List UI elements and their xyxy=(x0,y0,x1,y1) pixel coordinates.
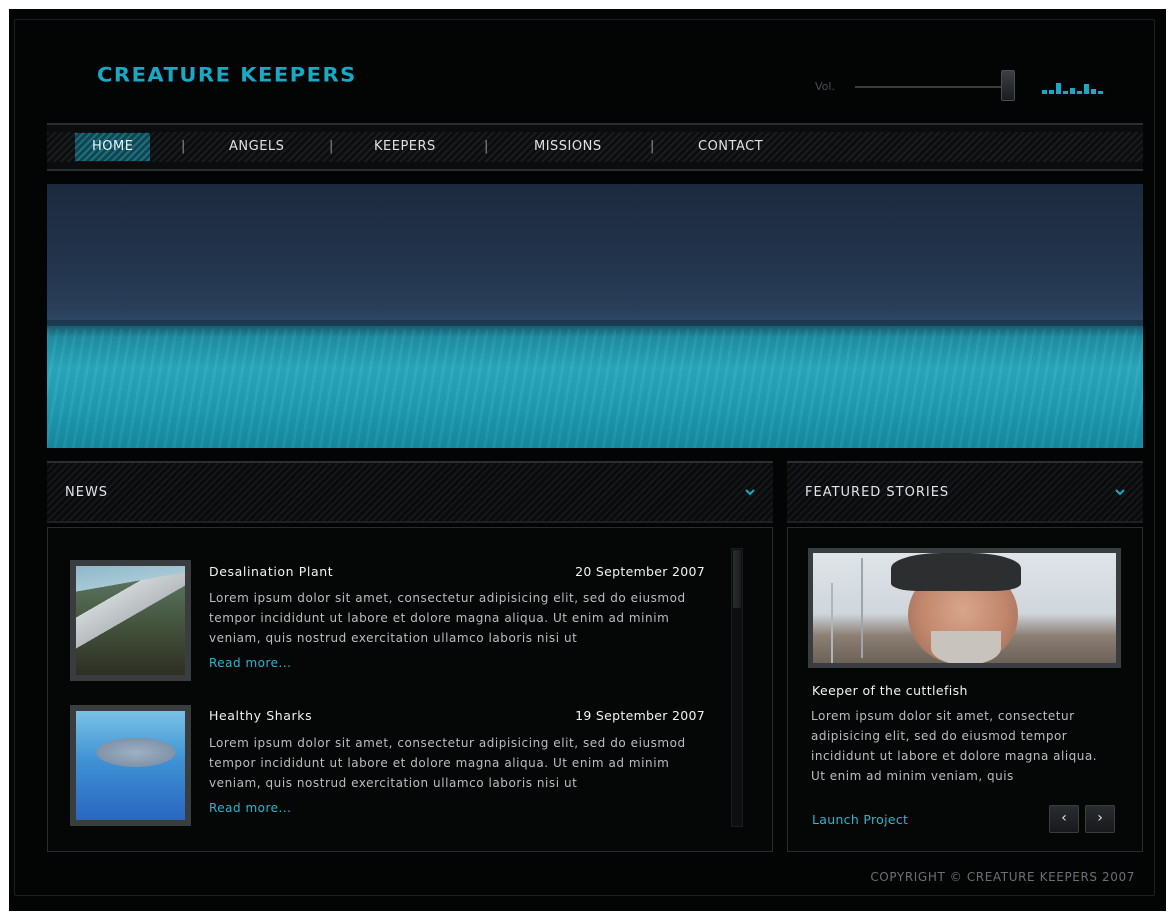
news-item-title[interactable]: Healthy Sharks xyxy=(209,708,312,723)
featured-panel-title: FEATURED STORIES xyxy=(805,485,950,500)
nav-item-angels[interactable]: ANGELS xyxy=(229,139,284,154)
nav-item-keepers[interactable]: KEEPERS xyxy=(374,139,436,154)
nav-separator: | xyxy=(650,139,655,154)
news-item-title[interactable]: Desalination Plant xyxy=(209,564,333,579)
launch-project-link[interactable]: Launch Project xyxy=(812,812,908,827)
news-scrollbar-thumb[interactable] xyxy=(733,550,741,608)
copyright-text: COPYRIGHT © CREATURE KEEPERS 2007 xyxy=(870,870,1135,884)
site-logo[interactable]: CREATURE KEEPERS xyxy=(97,64,357,86)
desalination-image xyxy=(76,566,185,675)
nav-separator: | xyxy=(484,139,489,154)
volume-label: Vol. xyxy=(815,80,835,93)
prev-story-button[interactable]: ‹ xyxy=(1049,805,1079,833)
equalizer-icon[interactable] xyxy=(1042,82,1103,94)
volume-slider-handle[interactable] xyxy=(1001,70,1015,101)
chevron-down-icon[interactable] xyxy=(743,485,757,499)
keeper-cap xyxy=(891,553,1021,591)
read-more-link[interactable]: Read more... xyxy=(209,801,292,815)
keeper-photo xyxy=(813,553,1116,663)
shark-image xyxy=(76,711,185,820)
featured-story-title[interactable]: Keeper of the cuttlefish xyxy=(812,683,968,698)
featured-story-text: Lorem ipsum dolor sit amet, consectetur … xyxy=(811,709,1098,783)
nav-item-contact[interactable]: CONTACT xyxy=(698,139,763,154)
news-thumbnail[interactable] xyxy=(70,705,191,826)
keeper-beard xyxy=(931,631,1001,663)
chevron-down-icon[interactable] xyxy=(1113,485,1127,499)
nav-separator: | xyxy=(181,139,186,154)
read-more-link[interactable]: Read more... xyxy=(209,656,292,670)
news-item-date: 20 September 2007 xyxy=(575,564,705,579)
boat-mast xyxy=(831,583,833,663)
nav-separator: | xyxy=(329,139,334,154)
hero-water xyxy=(47,329,1143,448)
news-panel-title: NEWS xyxy=(65,485,109,500)
nav-item-missions[interactable]: MISSIONS xyxy=(534,139,602,154)
boat-mast xyxy=(861,558,863,658)
hero-banner-ocean xyxy=(47,184,1143,448)
next-story-button[interactable]: › xyxy=(1085,805,1115,833)
volume-slider-track[interactable] xyxy=(855,86,1005,88)
news-item-date: 19 September 2007 xyxy=(575,708,705,723)
news-thumbnail[interactable] xyxy=(70,560,191,681)
news-panel-header: NEWS xyxy=(47,461,773,523)
main-navigation: HOME | ANGELS | KEEPERS | MISSIONS | CON… xyxy=(47,123,1143,171)
news-item-text: Lorem ipsum dolor sit amet, consectetur … xyxy=(209,736,686,790)
featured-panel-header: FEATURED STORIES xyxy=(787,461,1143,523)
news-item-text: Lorem ipsum dolor sit amet, consectetur … xyxy=(209,591,686,645)
nav-item-home[interactable]: HOME xyxy=(75,133,151,161)
featured-story-image[interactable] xyxy=(808,548,1121,668)
hero-horizon xyxy=(47,320,1143,326)
news-scrollbar[interactable] xyxy=(731,548,743,827)
